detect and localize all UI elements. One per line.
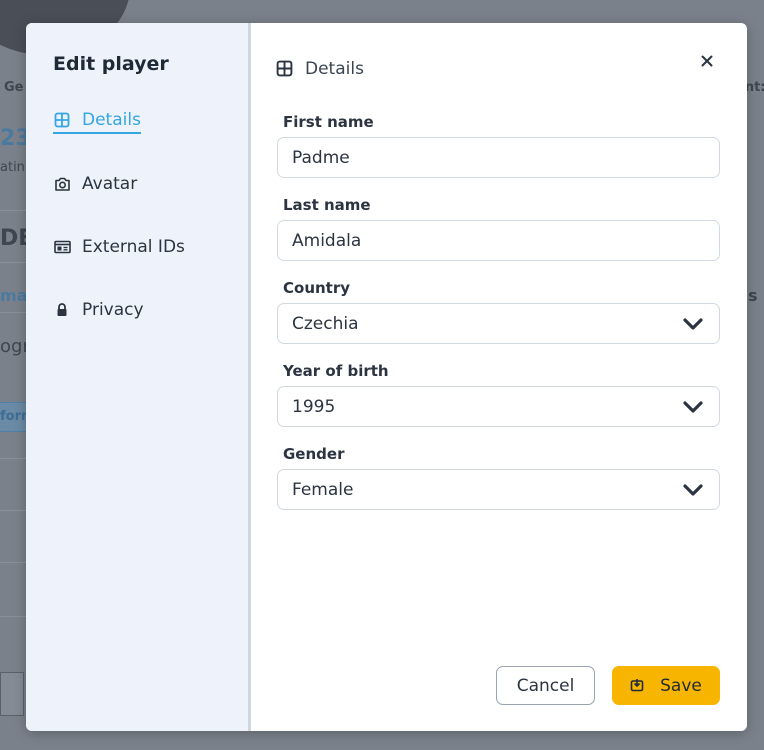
- cancel-button[interactable]: Cancel: [496, 666, 595, 705]
- id-card-icon: [53, 238, 71, 256]
- modal-title: Edit player: [53, 53, 169, 75]
- last-name-value: Amidala: [292, 230, 362, 251]
- player-form: First name Padme Last name Amidala Count…: [277, 113, 720, 510]
- modal-footer: Cancel Save: [496, 666, 720, 705]
- country-value: Czechia: [292, 313, 359, 334]
- sidebar-item-label: Privacy: [82, 299, 144, 320]
- chevron-down-icon: [681, 478, 705, 502]
- year-of-birth-field: Year of birth 1995: [277, 362, 720, 427]
- chevron-down-icon: [681, 395, 705, 419]
- last-name-field: Last name Amidala: [277, 196, 720, 261]
- first-name-input[interactable]: Padme: [277, 137, 720, 178]
- sidebar-item-privacy[interactable]: Privacy: [53, 296, 144, 323]
- save-button[interactable]: Save: [612, 666, 720, 705]
- sidebar-item-label: Details: [82, 109, 141, 130]
- background-box: [0, 672, 24, 716]
- sidebar-item-label: Avatar: [82, 173, 138, 194]
- chevron-down-icon: [681, 312, 705, 336]
- country-field: Country Czechia: [277, 279, 720, 344]
- sidebar-nav: Details Avatar External IDs Privacy: [53, 107, 248, 323]
- save-label: Save: [660, 675, 702, 696]
- year-of-birth-label: Year of birth: [283, 362, 389, 380]
- sidebar-item-external-ids[interactable]: External IDs: [53, 233, 185, 260]
- section-title: Details: [305, 59, 364, 79]
- last-name-input[interactable]: Amidala: [277, 220, 720, 261]
- save-icon: [630, 678, 646, 694]
- modal-sidebar: Edit player Details Avatar External IDs: [26, 23, 251, 731]
- gender-select[interactable]: Female: [277, 469, 720, 510]
- country-label: Country: [283, 279, 351, 297]
- gender-value: Female: [292, 479, 354, 500]
- sidebar-item-avatar[interactable]: Avatar: [53, 170, 137, 197]
- sidebar-item-details[interactable]: Details: [53, 107, 141, 134]
- lock-icon: [53, 301, 71, 319]
- grid-icon: [276, 60, 294, 78]
- gender-label: Gender: [283, 445, 345, 463]
- gender-field: Gender Female: [277, 445, 720, 510]
- year-of-birth-select[interactable]: 1995: [277, 386, 720, 427]
- modal-content: Details First name Padme Last name Amida…: [251, 23, 747, 731]
- first-name-label: First name: [283, 113, 374, 131]
- grid-icon: [53, 111, 71, 129]
- camera-icon: [53, 175, 71, 193]
- background-text: s: [748, 286, 758, 305]
- country-select[interactable]: Czechia: [277, 303, 720, 344]
- background-text: ma: [0, 286, 28, 305]
- year-of-birth-value: 1995: [292, 396, 336, 417]
- last-name-label: Last name: [283, 196, 371, 214]
- background-text: Ge: [4, 80, 24, 95]
- section-header: Details: [276, 59, 720, 79]
- close-icon: [701, 52, 713, 71]
- close-button[interactable]: [697, 51, 717, 71]
- background-text: atin: [0, 160, 25, 175]
- sidebar-item-label: External IDs: [82, 236, 185, 257]
- first-name-value: Padme: [292, 147, 350, 168]
- edit-player-modal: Edit player Details Avatar External IDs: [26, 23, 747, 731]
- first-name-field: First name Padme: [277, 113, 720, 178]
